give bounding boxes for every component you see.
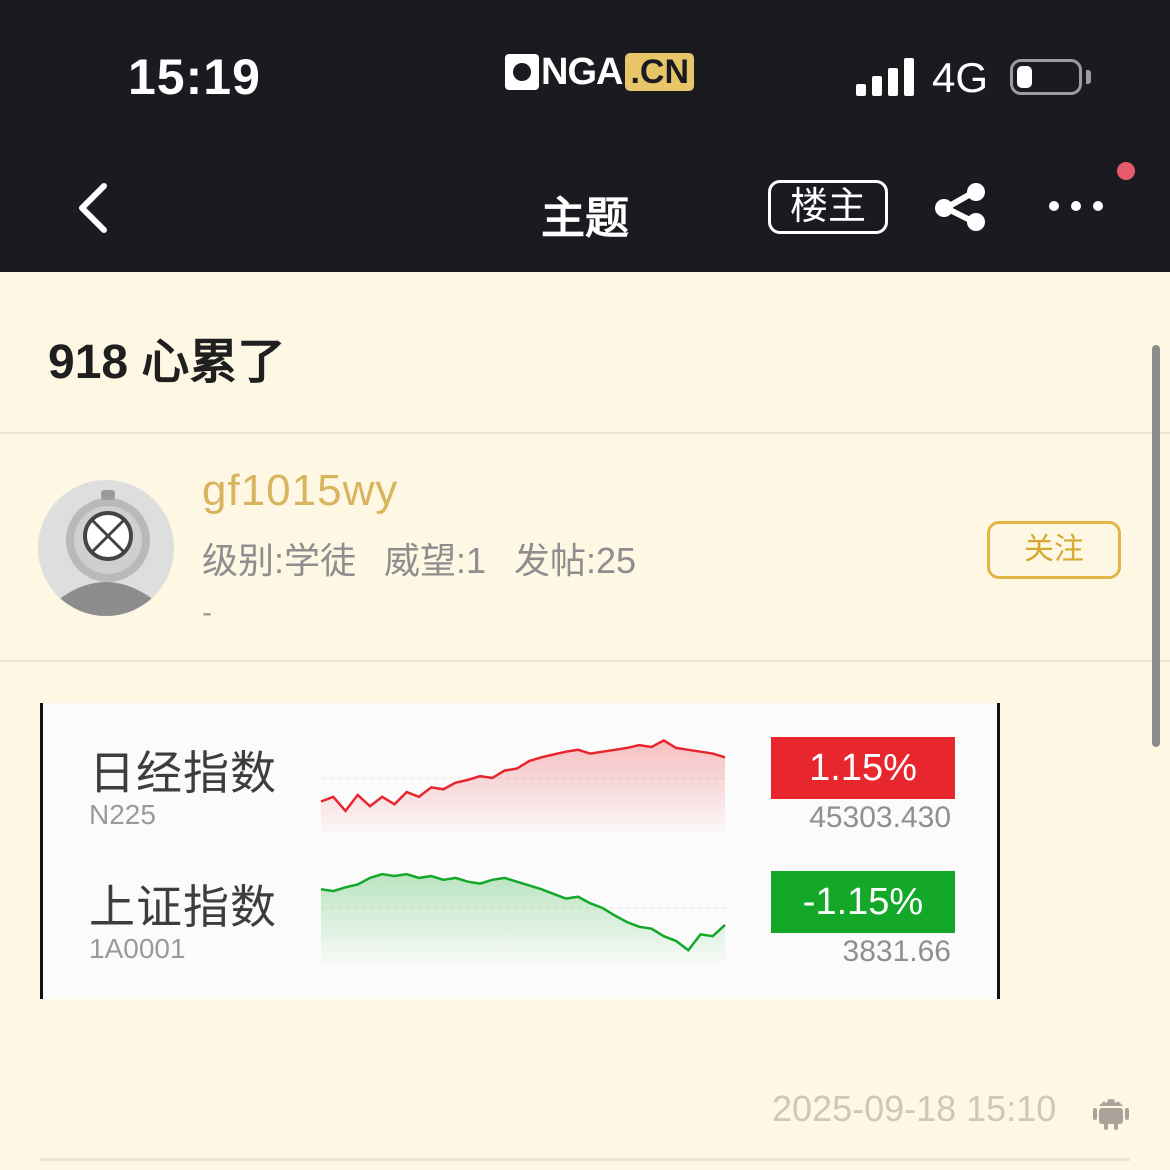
author-name[interactable]: gf1015wy (202, 466, 398, 516)
signal-icon (856, 58, 916, 96)
scrollbar[interactable] (1152, 345, 1160, 747)
thread-title: 918 心累了 (48, 336, 286, 389)
divider (40, 1158, 1130, 1161)
battery-icon (1010, 59, 1082, 95)
op-only-button[interactable]: 楼主 (768, 180, 888, 234)
index-name: 上证指数 (89, 881, 277, 933)
follow-button[interactable]: 关注 (987, 521, 1121, 579)
network-type: 4G (932, 54, 989, 101)
index-value: 3831.66 (842, 935, 951, 968)
divider (0, 432, 1170, 434)
nga-logo: NGA .CN (505, 50, 695, 93)
index-name: 日经指数 (89, 747, 277, 799)
notification-dot (1117, 162, 1135, 180)
top-bar: 15:19 NGA .CN 4G 主题 楼主 (0, 0, 1170, 272)
sparkline-area (321, 740, 725, 833)
index-sparkline (320, 738, 726, 833)
status-time: 15:19 (128, 49, 261, 105)
share-icon[interactable] (930, 182, 994, 232)
logo-suffix: .CN (625, 53, 695, 91)
logo-text: NGA (541, 50, 623, 93)
index-change-badge: -1.15% (771, 871, 955, 933)
author-signature: - (202, 596, 212, 629)
battery-tip (1086, 70, 1091, 84)
avatar[interactable] (38, 480, 174, 616)
post-time: 2025-09-18 15:10 (772, 1088, 1057, 1129)
index-row: 上证指数 1A0001 -1.15% 3831.66 (43, 851, 997, 999)
battery-level (1017, 66, 1032, 88)
sparkline-area (321, 874, 725, 963)
index-sparkline (320, 872, 726, 963)
divider (0, 660, 1170, 662)
index-code: N225 (89, 799, 156, 830)
index-value: 45303.430 (809, 801, 951, 834)
post-image[interactable]: 日经指数 N225 1.15% 45303.430 上证指数 1A0001 -1… (40, 703, 1000, 999)
more-icon[interactable] (1046, 190, 1106, 220)
index-code: 1A0001 (89, 933, 186, 964)
index-row: 日经指数 N225 1.15% 45303.430 (43, 703, 997, 851)
page-title: 主题 (541, 194, 629, 243)
diving-helmet-icon (38, 480, 174, 616)
author-meta: 级别:学徒 威望:1 发帖:25 (202, 540, 637, 581)
paw-icon (505, 54, 539, 90)
index-change-badge: 1.15% (771, 737, 955, 799)
android-icon (1093, 1099, 1129, 1130)
